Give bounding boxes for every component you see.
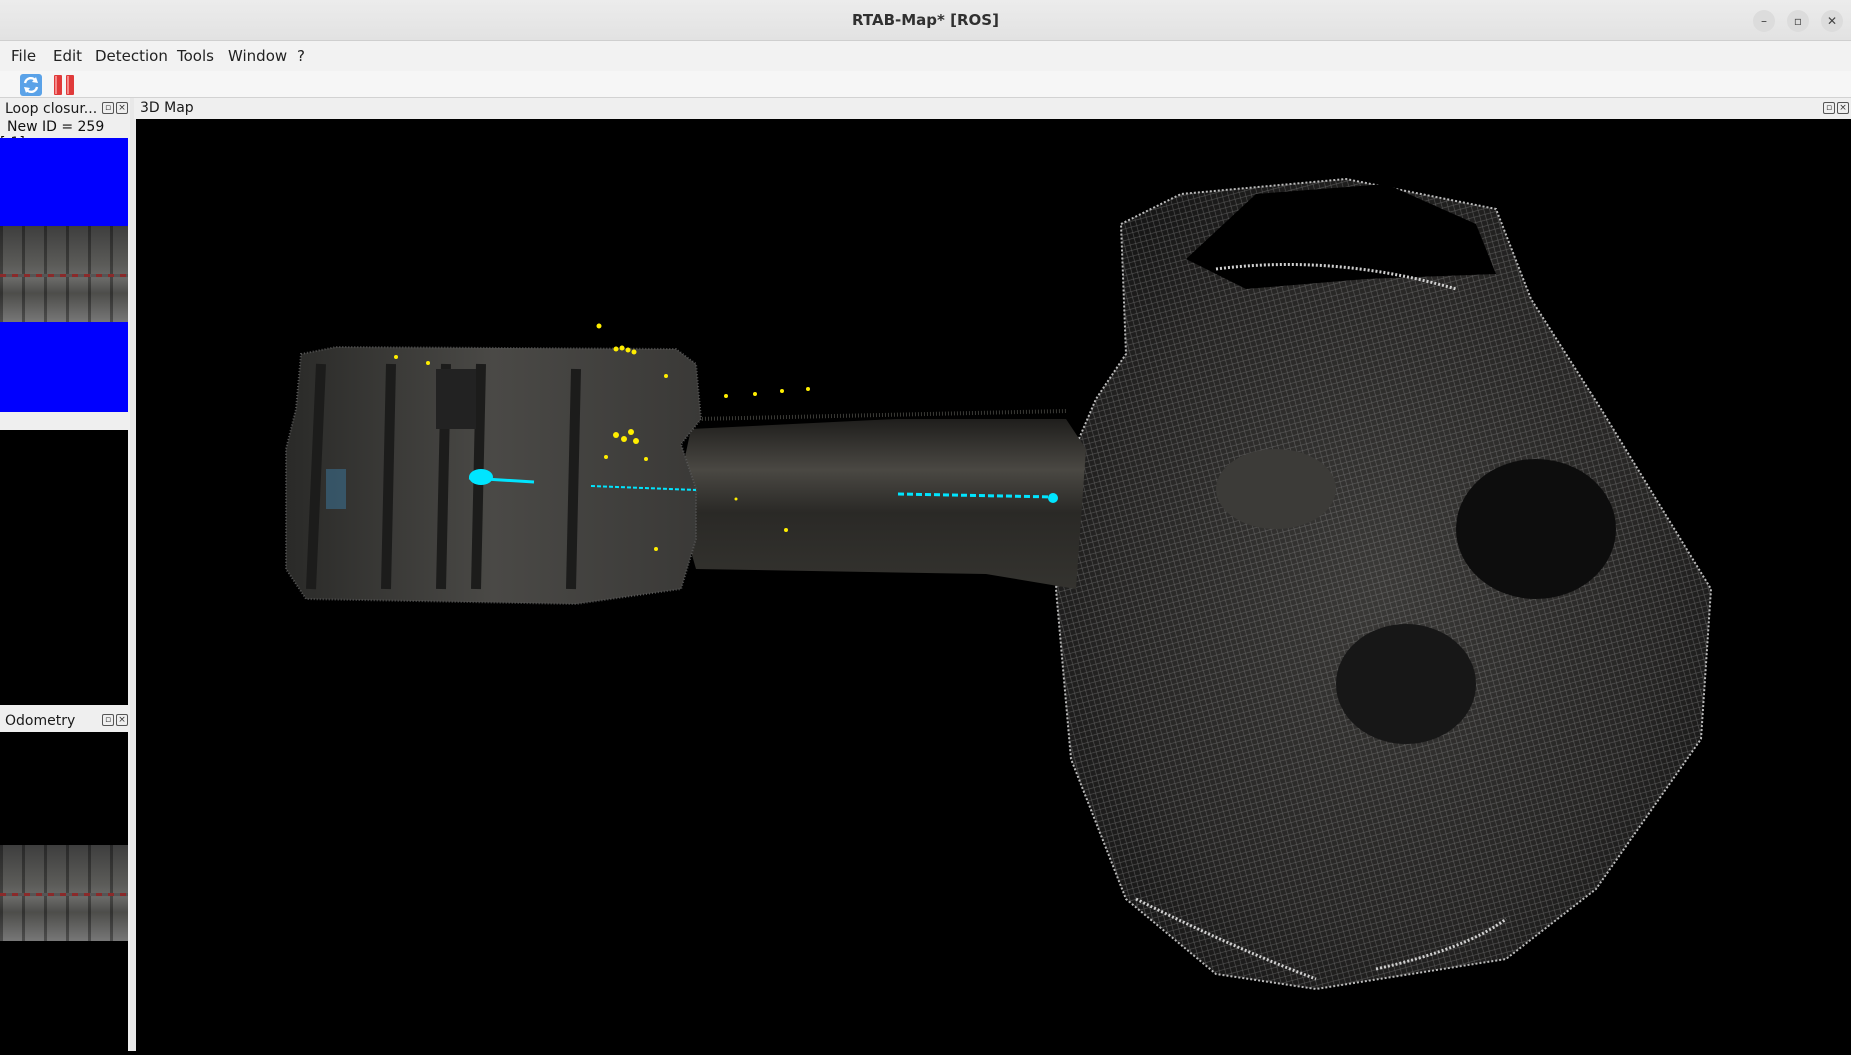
odometry-view [0, 732, 128, 1051]
menu-help[interactable]: ? [297, 47, 305, 65]
loop-closure-blank [0, 430, 128, 705]
map3d-viewport[interactable] [136, 119, 1851, 1051]
close-icon[interactable]: × [116, 714, 128, 726]
minimize-icon[interactable]: – [1753, 10, 1775, 32]
blue-fill-bottom [0, 322, 128, 412]
dome-room [1054, 177, 1713, 991]
odometry-dock-header[interactable]: Odometry ▫ × [0, 710, 130, 732]
new-id-label: New ID = 259 [-1] [0, 119, 105, 151]
point-cloud-render [285, 177, 1713, 991]
blue-fill-top [0, 138, 128, 226]
title-bar: RTAB-Map* [ROS] – ▫ ✕ [0, 0, 1851, 41]
float-icon[interactable]: ▫ [1823, 102, 1835, 114]
map3d-dock-header[interactable]: 3D Map ▫ × [134, 98, 1851, 119]
toolbar [0, 71, 1851, 98]
menu-window[interactable]: Window [228, 47, 287, 65]
tunnel [676, 409, 1086, 589]
menu-detection[interactable]: Detection [95, 47, 168, 65]
float-icon[interactable]: ▫ [102, 102, 114, 114]
menu-file[interactable]: File [11, 47, 36, 65]
menu-bar: File Edit Detection Tools Window ? [0, 41, 1851, 71]
odometry-image [0, 845, 128, 941]
map3d-title: 3D Map [140, 100, 194, 116]
window-title: RTAB-Map* [ROS] [852, 11, 999, 29]
close-icon[interactable]: × [116, 102, 128, 114]
pause-icon[interactable] [52, 73, 76, 97]
box-room [285, 345, 703, 606]
loop-closure-image [0, 226, 128, 322]
maximize-icon[interactable]: ▫ [1787, 10, 1809, 32]
loop-closure-view [0, 138, 128, 412]
loop-closure-dock-header[interactable]: Loop closur... ▫ × [0, 98, 130, 120]
close-icon[interactable]: × [1837, 102, 1849, 114]
loop-closure-title: Loop closur... [5, 101, 98, 117]
odometry-title: Odometry [5, 713, 76, 729]
close-icon[interactable]: ✕ [1821, 10, 1843, 32]
refresh-icon[interactable] [19, 73, 43, 97]
menu-edit[interactable]: Edit [53, 47, 82, 65]
float-icon[interactable]: ▫ [102, 714, 114, 726]
menu-tools[interactable]: Tools [177, 47, 214, 65]
